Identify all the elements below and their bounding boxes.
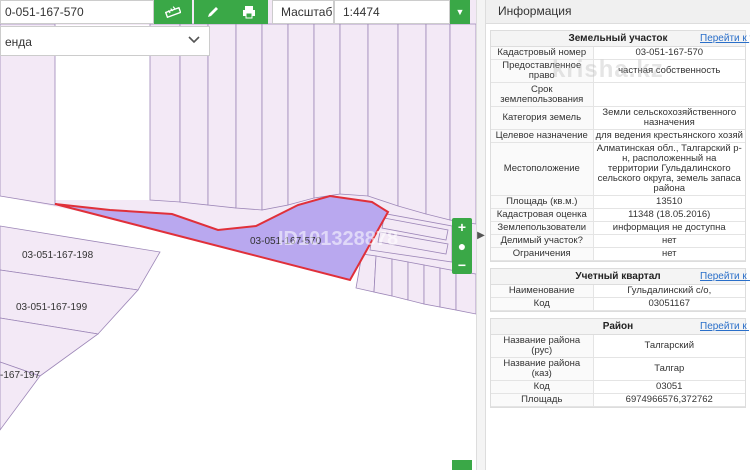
info-row: Землепользователи информация не доступна: [491, 221, 745, 235]
caret-down-icon: ▼: [455, 7, 465, 17]
land-section-heading: Земельный участок Перейти к уч: [491, 31, 750, 47]
printer-icon: [243, 6, 255, 19]
ruler-button[interactable]: [154, 0, 192, 24]
info-row: Площадь 6974966576,372762: [491, 393, 745, 407]
map-watermark: ID101328878: [278, 228, 399, 250]
scale-dropdown-button[interactable]: ▼: [450, 0, 470, 24]
zoom-out-button[interactable]: −: [458, 258, 466, 272]
info-value: Алматинская обл., Талгарский р-н, распол…: [593, 142, 745, 196]
plot-label-197: -167-197: [0, 370, 40, 381]
info-row: Срок землепользования: [491, 82, 745, 107]
info-key: Площадь (кв.м.): [491, 195, 594, 209]
info-key: Категория земель: [491, 106, 594, 130]
info-key: Целевое назначение: [491, 129, 594, 143]
quarter-table: Наименование Гульдалинский с/о, Код 0305116…: [491, 285, 745, 311]
info-key: Срок землепользования: [491, 82, 594, 107]
info-row: Делимый участок? нет: [491, 234, 745, 248]
scale-input[interactable]: 1:4474: [334, 0, 450, 24]
info-value: нет: [593, 247, 745, 261]
cadastral-map[interactable]: 03-051-167-570 03-051-167-198 03-051-167…: [0, 0, 476, 470]
district-section-heading: Район Перейти к р: [491, 319, 750, 335]
info-row: Наименование Гульдалинский с/о,: [491, 285, 745, 298]
ruler-icon: [165, 6, 181, 19]
info-key: Ограничения: [491, 247, 594, 261]
quarter-heading-text: Учетный квартал: [575, 271, 661, 282]
info-value: 11348 (18.05.2016): [593, 208, 745, 222]
district-section: Район Перейти к р Название района (рус) Т…: [490, 318, 750, 408]
info-key: Делимый участок?: [491, 234, 594, 248]
info-key: Местоположение: [491, 142, 594, 196]
chevron-down-icon: [188, 36, 200, 44]
site-watermark: krisha.kz: [552, 56, 664, 83]
info-value: нет: [593, 234, 745, 248]
info-row: Ограничения нет: [491, 247, 745, 261]
land-heading-text: Земельный участок: [568, 33, 668, 44]
pencil-icon: [208, 7, 218, 17]
info-key: Код: [491, 380, 594, 394]
info-row: Кадастровая оценка 11348 (18.05.2016): [491, 208, 745, 222]
info-key: Землепользователи: [491, 221, 594, 235]
print-button[interactable]: [230, 0, 268, 24]
info-key: Площадь: [491, 393, 594, 407]
info-row: Код 03051: [491, 380, 745, 394]
info-value: Гульдалинский с/о,: [593, 285, 745, 298]
district-heading-text: Район: [602, 321, 634, 332]
district-table: Название района (рус) Талгарский Название …: [491, 335, 745, 407]
info-panel-title: Информация: [486, 0, 750, 24]
edit-button[interactable]: [194, 0, 232, 24]
goto-quarter-link[interactable]: Перейти к кв: [700, 271, 750, 282]
info-row: Код 03051167: [491, 297, 745, 311]
info-row: Целевое назначение для ведения крестьянск…: [491, 129, 745, 143]
info-value: 03051: [593, 380, 745, 394]
chevron-right-icon[interactable]: ▶: [477, 230, 485, 241]
layer-select[interactable]: енда: [0, 26, 210, 56]
info-value: информация не доступна: [593, 221, 745, 235]
layer-select-value: енда: [5, 35, 32, 49]
plot-label-199: 03-051-167-199: [16, 302, 88, 313]
goto-district-link[interactable]: Перейти к р: [700, 321, 750, 332]
plot-label-198: 03-051-167-198: [22, 250, 94, 261]
info-row: Местоположение Алматинская обл., Талгарск…: [491, 142, 745, 196]
info-value: для ведения крестьянского хозяй: [593, 129, 745, 143]
info-value: Талгарский: [593, 335, 745, 358]
scale-label: Масштаб: [272, 0, 334, 24]
info-row: Площадь (кв.м.) 13510: [491, 195, 745, 209]
info-row: Название района (каз) Талгар: [491, 357, 745, 381]
info-key: Кадастровая оценка: [491, 208, 594, 222]
zoom-control[interactable]: + ● −: [452, 218, 472, 274]
info-row: Название района (рус) Талгарский: [491, 335, 745, 358]
info-key: Наименование: [491, 285, 594, 298]
map-view[interactable]: 03-051-167-570 03-051-167-198 03-051-167…: [0, 0, 476, 470]
info-value: 6974966576,372762: [593, 393, 745, 407]
info-key: Название района (каз): [491, 357, 594, 381]
info-value: [593, 82, 745, 107]
quarter-section: Учетный квартал Перейти к кв Наименовани…: [490, 268, 750, 312]
info-value: Талгар: [593, 357, 745, 381]
quarter-section-heading: Учетный квартал Перейти к кв: [491, 269, 750, 285]
info-key: Название района (рус): [491, 335, 594, 358]
panel-splitter[interactable]: ▶: [476, 0, 486, 470]
cadastral-search-input[interactable]: 0-051-167-570: [0, 0, 154, 24]
info-row: Категория земель Земли сельскохозяйственн…: [491, 106, 745, 130]
info-value: Земли сельскохозяйственного назначения: [593, 106, 745, 130]
zoom-in-button[interactable]: +: [458, 220, 466, 234]
globe-icon[interactable]: ●: [458, 239, 466, 253]
info-value: 13510: [593, 195, 745, 209]
info-key: Код: [491, 297, 594, 311]
map-corner-button[interactable]: [452, 460, 472, 470]
goto-parcel-link[interactable]: Перейти к уч: [700, 33, 750, 44]
info-value: 03051167: [593, 297, 745, 311]
